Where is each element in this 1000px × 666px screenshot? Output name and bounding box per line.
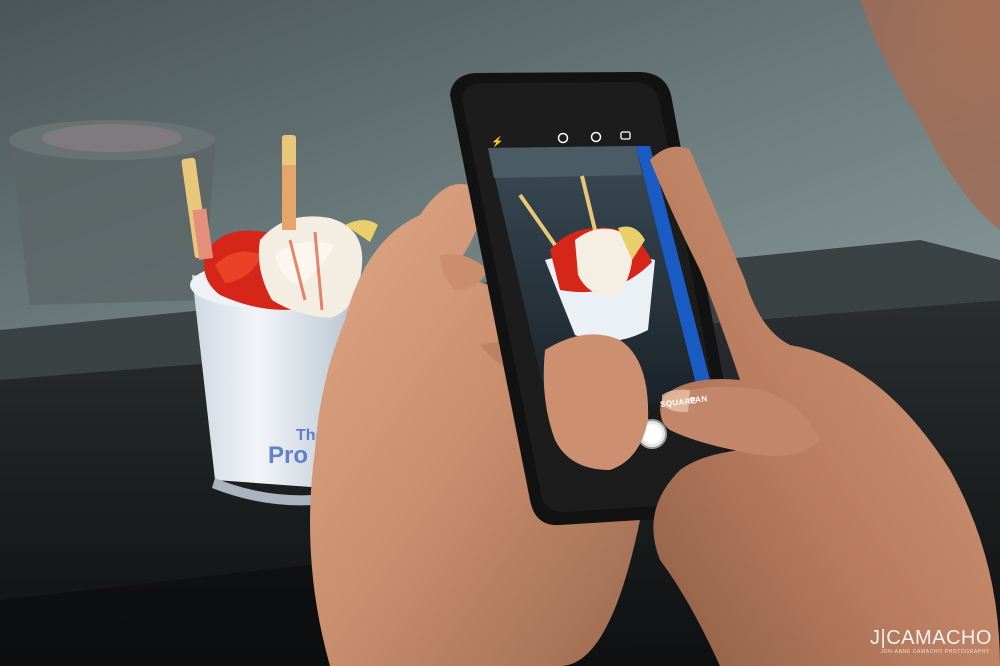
watermark-main: J|CAMACHO — [870, 627, 992, 649]
background-cup-topping — [42, 124, 182, 152]
flash-icon[interactable]: ⚡ — [491, 135, 503, 148]
photo-scene: The Pro ⚡ — [0, 0, 1000, 666]
photographer-watermark: J|CAMACHO JON-ANNE CAMACHO PHOTOGRAPHY — [870, 627, 992, 658]
watermark-sub: JON-ANNE CAMACHO PHOTOGRAPHY — [880, 649, 990, 655]
cup-brand-bottom: Pro — [268, 442, 308, 469]
camera-mode-pano[interactable]: PAN — [690, 394, 708, 405]
